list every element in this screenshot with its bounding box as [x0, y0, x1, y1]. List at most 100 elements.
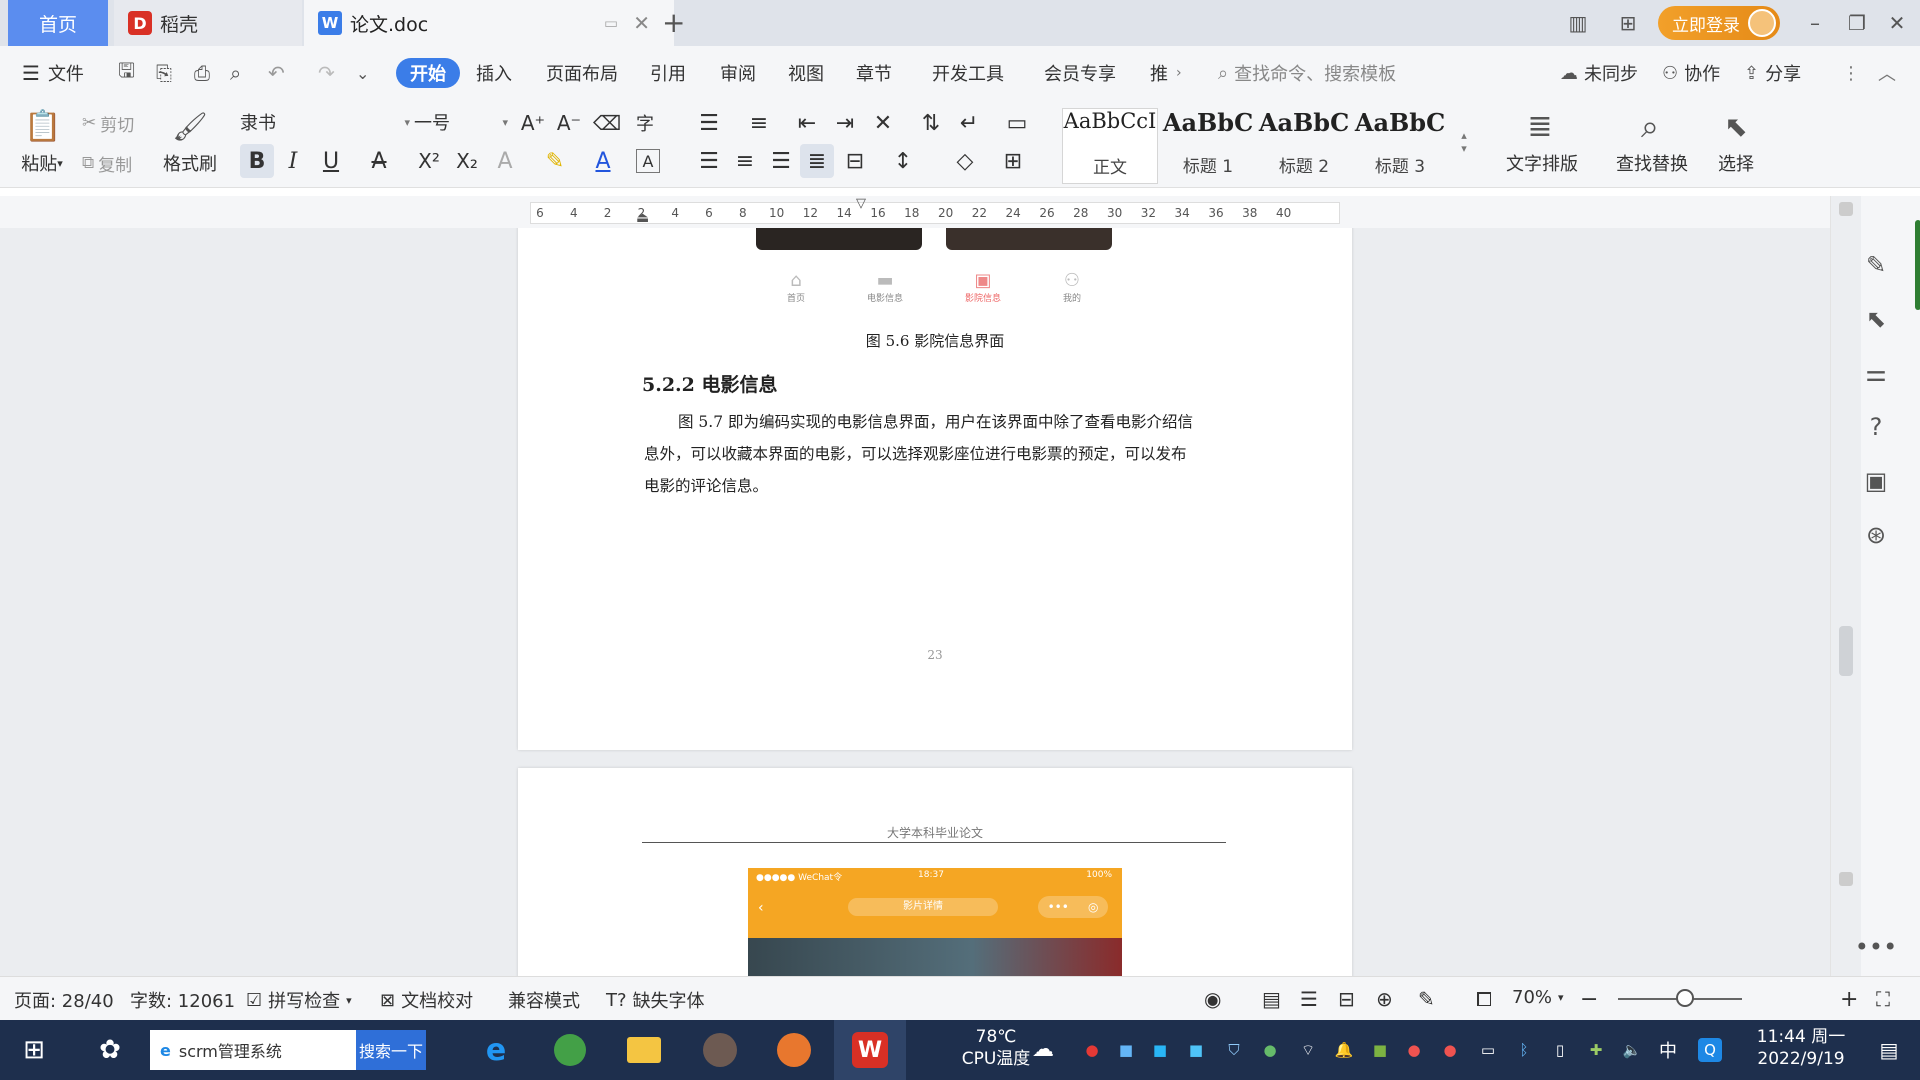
menu-developer[interactable]: 开发工具: [932, 58, 1004, 88]
copy-button[interactable]: ⧉ 复制: [82, 150, 132, 176]
format-painter-icon[interactable]: 🖌: [168, 106, 212, 146]
battery-icon[interactable]: ▭: [1476, 1038, 1500, 1062]
menu-page-layout[interactable]: 页面布局: [546, 58, 618, 88]
apps-grid-icon[interactable]: ⊞: [1610, 8, 1646, 38]
tray-app-penguin-icon[interactable]: ●: [1402, 1038, 1426, 1062]
page-count[interactable]: 页面: 28/40: [14, 987, 114, 1013]
justify-icon[interactable]: ≣: [800, 144, 834, 178]
notification-bell-icon[interactable]: 🔔: [1332, 1038, 1356, 1062]
side-edge-tab[interactable]: [1915, 220, 1920, 310]
ime-indicator[interactable]: 中: [1656, 1038, 1680, 1062]
zoom-slider-handle[interactable]: [1676, 989, 1694, 1007]
print-preview-icon[interactable]: ⌕: [230, 58, 241, 88]
text-layout-icon[interactable]: ≣: [1500, 106, 1580, 146]
menu-more-chevron-icon[interactable]: ›: [1176, 58, 1182, 88]
windows-start-icon[interactable]: ⊞: [14, 1030, 54, 1070]
shrink-font-icon[interactable]: A⁻: [552, 106, 586, 140]
print-icon[interactable]: ⎙: [194, 58, 210, 88]
collapse-ribbon-icon[interactable]: ︿: [1878, 58, 1896, 88]
document-page-next[interactable]: 大学本科毕业论文 ●●●●● WeChat令 18:37 100% ‹ 影片详情…: [518, 768, 1352, 976]
indent-marker-icon[interactable]: ⏏: [636, 210, 649, 226]
font-name-select[interactable]: 隶书 ▾: [240, 108, 410, 136]
show-marks-icon[interactable]: ↵: [952, 106, 986, 140]
bluetooth-icon[interactable]: ᛒ: [1512, 1038, 1536, 1062]
eye-protect-icon[interactable]: ◉: [1204, 987, 1221, 1011]
more-horizontal-icon[interactable]: •••: [1855, 932, 1897, 962]
restore-icon[interactable]: ❐: [1842, 8, 1872, 38]
zoom-in-icon[interactable]: +: [1840, 987, 1858, 1012]
app-pinwheel-icon[interactable]: ✿: [90, 1030, 130, 1070]
numbered-list-icon[interactable]: ≡: [742, 106, 776, 140]
fit-page-icon[interactable]: ⧠: [1476, 987, 1492, 1011]
sync-button[interactable]: ☁ 未同步: [1560, 58, 1638, 88]
monitor-icon[interactable]: ▭: [604, 14, 618, 32]
spell-check-button[interactable]: ☑ 拼写检查 ▾: [246, 987, 352, 1013]
file-explorer-icon[interactable]: [624, 1030, 664, 1070]
style-heading-1[interactable]: AaBbC 标题 1: [1160, 108, 1256, 184]
shading-icon[interactable]: ◇: [948, 144, 982, 178]
fullscreen-icon[interactable]: ⛶: [1876, 987, 1890, 1011]
image-tools-icon[interactable]: ▣: [1861, 466, 1891, 496]
scroll-up-icon[interactable]: [1839, 202, 1853, 216]
find-replace-button[interactable]: 查找替换: [1604, 150, 1700, 176]
shield-icon[interactable]: ⛉: [1222, 1038, 1246, 1062]
collaborate-button[interactable]: ⚇ 协作: [1662, 58, 1720, 88]
font-size-select[interactable]: 一号 ▾: [414, 108, 508, 136]
write-view-icon[interactable]: ✎: [1418, 987, 1435, 1011]
missing-font-button[interactable]: T? 缺失字体: [606, 987, 705, 1013]
cpu-temp-widget[interactable]: 78℃ CPU温度: [960, 1026, 1032, 1070]
borders-icon[interactable]: ⊞: [996, 144, 1030, 178]
subscript-button[interactable]: X₂: [450, 144, 484, 178]
text-layout-button[interactable]: 文字排版: [1494, 150, 1590, 176]
customize-chevron-icon[interactable]: ⌄: [356, 58, 369, 88]
first-line-indent-icon[interactable]: ▽: [856, 196, 866, 211]
document-canvas[interactable]: ⌂ 首页 ▬ 电影信息 ▣ 影院信息 ⚇ 我的 图 5.6 影院信息界面 5.2.2 电…: [0, 228, 1830, 976]
grow-font-icon[interactable]: A⁺: [516, 106, 550, 140]
login-button[interactable]: 立即登录: [1658, 6, 1780, 40]
action-center-icon[interactable]: ▤: [1874, 1036, 1904, 1064]
usb-drive-icon[interactable]: ▯: [1548, 1038, 1572, 1062]
weather-cloud-icon[interactable]: ☁: [1028, 1034, 1058, 1064]
close-window-icon[interactable]: ✕: [1882, 8, 1912, 38]
edit-pen-icon[interactable]: ✎: [1861, 250, 1891, 280]
align-left-icon[interactable]: ☰: [692, 144, 726, 178]
help-icon[interactable]: ?: [1861, 412, 1891, 442]
style-normal[interactable]: AaBbCcI 正文: [1062, 108, 1158, 184]
document-page[interactable]: ⌂ 首页 ▬ 电影信息 ▣ 影院信息 ⚇ 我的 图 5.6 影院信息界面 5.2.2 电…: [518, 228, 1352, 750]
decrease-indent-icon[interactable]: ⇤: [790, 106, 824, 140]
word-count[interactable]: 字数: 12061: [130, 987, 235, 1013]
browser-green-icon[interactable]: [550, 1030, 590, 1070]
highlight-icon[interactable]: ✎: [538, 144, 572, 178]
new-tab-button[interactable]: +: [662, 6, 685, 39]
underline-button[interactable]: U: [314, 144, 348, 178]
zoom-out-icon[interactable]: −: [1580, 987, 1598, 1012]
vertical-scrollbar[interactable]: [1831, 196, 1861, 976]
more-options-icon[interactable]: ⋮: [1842, 58, 1860, 88]
tab-home[interactable]: 首页: [8, 0, 108, 46]
styles-scroll-icon[interactable]: ▴ ▾: [1454, 110, 1474, 174]
web-view-icon[interactable]: ⊕: [1376, 987, 1393, 1011]
paste-icon[interactable]: 📋: [18, 106, 68, 146]
read-view-icon[interactable]: ⊟: [1338, 987, 1355, 1011]
wps-taskbar-item[interactable]: W: [834, 1020, 906, 1080]
page-up-icon[interactable]: [1839, 872, 1853, 886]
distribute-icon[interactable]: ⊟: [838, 144, 872, 178]
page-view-icon[interactable]: ▤: [1262, 987, 1281, 1011]
tray-app-q-icon[interactable]: Q: [1698, 1038, 1722, 1062]
minimize-icon[interactable]: –: [1800, 8, 1830, 38]
menu-review[interactable]: 审阅: [720, 58, 756, 88]
menu-chapter[interactable]: 章节: [856, 58, 892, 88]
game-app-icon[interactable]: [774, 1030, 814, 1070]
pointer-icon[interactable]: ⬉: [1861, 304, 1891, 334]
menu-start[interactable]: 开始: [396, 58, 460, 88]
find-replace-icon[interactable]: ⌕: [1610, 106, 1690, 146]
format-painter-button[interactable]: 格式刷: [160, 150, 220, 176]
align-right-icon[interactable]: ☰: [764, 144, 798, 178]
taskbar-search-button[interactable]: 搜索一下: [356, 1030, 426, 1070]
undo-icon[interactable]: ↶: [268, 58, 285, 88]
menu-references[interactable]: 引用: [650, 58, 686, 88]
sort-icon[interactable]: ⇅: [914, 106, 948, 140]
line-spacing-icon[interactable]: ↕: [886, 144, 920, 178]
align-center-icon[interactable]: ≡: [728, 144, 762, 178]
menu-view[interactable]: 视图: [788, 58, 824, 88]
